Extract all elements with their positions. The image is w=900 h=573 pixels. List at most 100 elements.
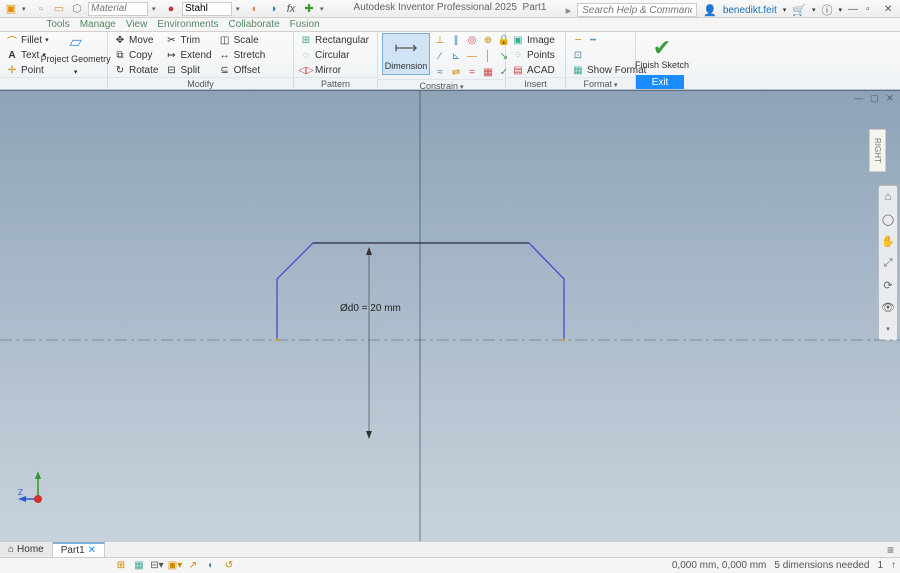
trim-button[interactable]: ✂Trim: [163, 33, 213, 47]
circular-button[interactable]: ◌Circular: [298, 48, 371, 62]
stretch-button[interactable]: ↔Stretch: [217, 48, 268, 62]
panel-format: ╌╍ ⊡ ▦Show Format Format: [566, 32, 636, 89]
tab-fusion[interactable]: Fusion: [290, 19, 320, 30]
split-button[interactable]: ⊟Split: [163, 63, 213, 77]
tab-collaborate[interactable]: Collaborate: [228, 19, 279, 30]
open-icon[interactable]: ▭: [52, 2, 66, 16]
qat-plus-icon[interactable]: ✚: [302, 2, 316, 16]
tab-tools[interactable]: Tools: [46, 19, 69, 30]
new-icon[interactable]: ▫: [34, 2, 48, 16]
status-constraints-icon[interactable]: ↗: [186, 559, 200, 573]
help-icon[interactable]: ⓘ: [821, 2, 832, 18]
mirror-icon: ◁▷: [300, 64, 312, 76]
tab-environments[interactable]: Environments: [157, 19, 218, 30]
extend-button[interactable]: ↦Extend: [163, 48, 213, 62]
constraint-collinear-icon[interactable]: ∥: [449, 33, 463, 47]
acad-button[interactable]: ▤ACAD: [510, 63, 557, 77]
status-image-icon[interactable]: ▣▾: [168, 559, 182, 573]
construction-icon: ╌: [572, 34, 584, 46]
constraint-sym-icon[interactable]: ⇌: [449, 65, 463, 79]
constraint-perp-icon[interactable]: ⊾: [449, 49, 463, 63]
style-dd-icon[interactable]: ▾: [236, 5, 244, 13]
offset-button[interactable]: ⊆Offset: [217, 63, 268, 77]
panel-insert-label: Insert: [506, 77, 565, 90]
panel-modify-label[interactable]: Modify: [108, 77, 293, 90]
user-dd-icon[interactable]: ▾: [783, 6, 787, 14]
globe-icon[interactable]: ⬡: [70, 2, 84, 16]
sketch-canvas[interactable]: — ▢ ✕ RIGHT ⌂ ◯ ✋ ⤢ ⟳ 👁 ▾ Ød0 = 20 mm Z: [0, 90, 900, 541]
finish-sketch-button[interactable]: ✔ Finish Sketch: [640, 33, 684, 75]
tab-sketch[interactable]: [21, 19, 24, 30]
appearance-icon[interactable]: ●: [164, 2, 178, 16]
constraint-concentric-icon[interactable]: ◎: [465, 33, 479, 47]
ucs-triad: Z: [18, 469, 58, 509]
svg-text:Z: Z: [18, 488, 23, 497]
tab-home[interactable]: ⌂Home: [0, 542, 53, 557]
scale-icon: ◫: [219, 34, 231, 46]
status-slice-icon[interactable]: ⊟▾: [150, 559, 164, 573]
constraint-coincident-icon[interactable]: ⊥: [433, 33, 447, 47]
panel-constrain: ⟼ Dimension ⊥ ∥ ◎ ⊕ 🔒 ∕ ⊾ — │ ↘: [378, 32, 506, 89]
copy-button[interactable]: ⧉Copy: [112, 48, 160, 62]
style-input[interactable]: [182, 2, 232, 16]
fx-icon[interactable]: fx: [284, 2, 298, 16]
scale-button[interactable]: ◫Scale: [217, 33, 268, 47]
constraint-smooth-icon[interactable]: ≈: [433, 65, 447, 79]
material-dd-icon[interactable]: ▾: [152, 5, 160, 13]
cart-icon[interactable]: 🛒: [792, 4, 806, 17]
constraint-parallel-icon[interactable]: ∕: [433, 49, 447, 63]
panel-insert: ▣Image ⁘Points ▤ACAD Insert: [506, 32, 566, 89]
rectangular-button[interactable]: ⊞Rectangular: [298, 33, 371, 47]
qat-overflow-icon[interactable]: ▾: [320, 5, 328, 13]
rotate-button[interactable]: ↻Rotate: [112, 63, 160, 77]
move-button[interactable]: ✥Move: [112, 33, 160, 47]
qat-dd-icon[interactable]: ▾: [22, 5, 30, 13]
constraint-equal-icon[interactable]: =: [465, 65, 479, 79]
exit-button[interactable]: Exit: [636, 75, 684, 89]
panel-format-label[interactable]: Format: [566, 77, 635, 90]
window-title: Autodesk Inventor Professional 2025 Part…: [354, 2, 547, 13]
status-snap-icon[interactable]: ⊞: [114, 559, 128, 573]
status-bar: ⊞ ▦ ⊟▾ ▣▾ ↗ ◐ ↺ 0,000 mm, 0,000 mm 5 dim…: [0, 557, 900, 573]
points-button[interactable]: ⁘Points: [510, 48, 557, 62]
user-name[interactable]: benedikt.feit: [723, 5, 777, 16]
dimension-button[interactable]: ⟼ Dimension: [382, 33, 430, 75]
tab-manage[interactable]: Manage: [80, 19, 116, 30]
home-icon: ⌂: [8, 544, 14, 555]
search-input[interactable]: [577, 3, 697, 17]
tab-part1[interactable]: Part1✕: [53, 542, 105, 557]
offset-icon: ⊆: [219, 64, 231, 76]
status-icons: ⊞ ▦ ⊟▾ ▣▾ ↗ ◐ ↺: [114, 559, 236, 573]
status-relax-icon[interactable]: ↺: [222, 559, 236, 573]
material-input[interactable]: [88, 2, 148, 16]
document-tabs: ⌂Home Part1✕ ≡: [0, 541, 900, 557]
project-geometry-button[interactable]: ▱ Project Geometry ▾: [54, 33, 98, 75]
tab-close-icon[interactable]: ✕: [88, 545, 96, 556]
image-button[interactable]: ▣Image: [510, 33, 557, 47]
constraint-show-icon[interactable]: ▦: [481, 65, 495, 79]
tab-3dmodel[interactable]: [8, 19, 11, 30]
constraint-vert-icon[interactable]: │: [481, 49, 495, 63]
fillet-button[interactable]: ⌒Fillet▾: [4, 33, 51, 47]
check-icon: ✔: [652, 38, 672, 58]
status-grid-icon[interactable]: ▦: [132, 559, 146, 573]
qat-icon-1[interactable]: ◐: [248, 2, 262, 16]
mirror-button[interactable]: ◁▷Mirror: [298, 63, 371, 77]
dimension-label[interactable]: Ød0 = 20 mm: [340, 303, 401, 314]
status-filter-icon[interactable]: ↑: [891, 560, 896, 571]
point-button[interactable]: ✛Point: [4, 63, 51, 77]
help-dd-icon[interactable]: ▾: [838, 6, 842, 14]
constraint-horiz-icon[interactable]: —: [465, 49, 479, 63]
minimize-button[interactable]: —: [848, 4, 860, 16]
close-button[interactable]: ✕: [884, 4, 896, 16]
status-show-icon[interactable]: ◐: [204, 559, 218, 573]
qat-icon-2[interactable]: ◑: [266, 2, 280, 16]
constraint-fix-icon[interactable]: ⊕: [481, 33, 495, 47]
tab-annotate[interactable]: [34, 19, 37, 30]
tab-view[interactable]: View: [126, 19, 148, 30]
dimension-icon: ⟼: [396, 38, 416, 58]
cart-dd-icon[interactable]: ▾: [812, 6, 816, 14]
restore-button[interactable]: ▫: [866, 4, 878, 16]
tabs-menu-icon[interactable]: ≡: [881, 543, 900, 557]
app-icon[interactable]: ▣: [4, 2, 18, 16]
